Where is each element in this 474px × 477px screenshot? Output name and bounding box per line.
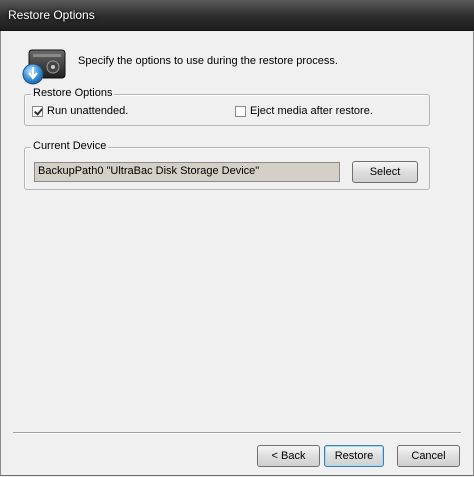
cancel-button[interactable]: Cancel	[397, 445, 460, 467]
window-title: Restore Options	[8, 8, 95, 22]
current-device-group: Current Device BackupPath0 "UltraBac Dis…	[24, 140, 430, 190]
disk-restore-icon	[22, 49, 66, 85]
eject-media-checkbox[interactable]: Eject media after restore.	[235, 105, 373, 117]
restore-options-group: Restore Options Run unattended. Eject me…	[24, 87, 430, 126]
footer-separator	[13, 432, 461, 434]
eject-media-label: Eject media after restore.	[250, 105, 373, 117]
header-description: Specify the options to use during the re…	[78, 55, 338, 67]
select-button[interactable]: Select	[352, 161, 418, 183]
restore-options-legend: Restore Options	[31, 87, 115, 99]
run-unattended-checkbox[interactable]: Run unattended.	[32, 105, 128, 117]
restore-button[interactable]: Restore	[324, 445, 384, 467]
dialog-body: Specify the options to use during the re…	[0, 31, 474, 476]
eject-media-checkbox-box[interactable]	[235, 105, 246, 117]
current-device-legend: Current Device	[31, 140, 109, 152]
back-button[interactable]: < Back	[257, 445, 320, 467]
run-unattended-checkbox-box[interactable]	[32, 105, 43, 117]
current-device-field: BackupPath0 "UltraBac Disk Storage Devic…	[34, 162, 340, 182]
run-unattended-label: Run unattended.	[47, 105, 129, 117]
title-bar: Restore Options	[0, 0, 474, 31]
